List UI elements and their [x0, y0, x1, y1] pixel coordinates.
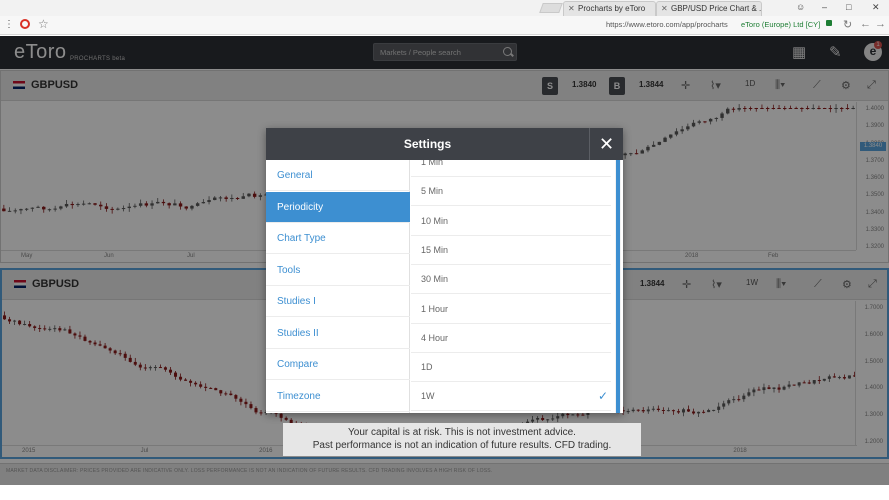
- period-label: 5 Min: [421, 186, 444, 197]
- lock-icon: [826, 20, 832, 26]
- bookmark-star-icon[interactable]: ☆: [38, 17, 49, 31]
- period-label: 4 Hour: [421, 332, 449, 343]
- settings-tab-studies-ii[interactable]: Studies II: [266, 318, 410, 349]
- checkmark-icon: ✓: [598, 389, 609, 404]
- modal-title: Settings: [403, 137, 452, 151]
- period-label: 10 Min: [421, 215, 449, 226]
- settings-tab-compare[interactable]: Compare: [266, 349, 410, 380]
- modal-header: Settings ✕: [266, 128, 623, 160]
- browser-tab-strip: ✕ Procharts by eToro ✕ GBP/USD Price Cha…: [0, 0, 889, 16]
- period-option[interactable]: 10 Min: [411, 207, 611, 236]
- security-label: eToro (Europe) Ltd [CY]: [741, 20, 821, 29]
- period-option[interactable]: 1 Min: [411, 160, 611, 177]
- period-option[interactable]: 30 Min: [411, 265, 611, 295]
- tab-label: GBP/USD Price Chart & ...: [671, 4, 762, 13]
- close-tab-icon[interactable]: ✕: [568, 2, 575, 15]
- menu-icon[interactable]: ⋮: [4, 19, 14, 30]
- address-bar: ⋮ ☆ https://www.etoro.com/app/procharts …: [0, 16, 889, 35]
- period-option[interactable]: 4 Hour: [411, 324, 611, 353]
- settings-sidebar: General Periodicity Chart Type Tools Studies…: [266, 160, 410, 413]
- periodicity-list[interactable]: 1W ✓ 1D 4 Hour 1 Hour 30 Min 15 Min 10 Min 5 Min…: [411, 160, 623, 413]
- reload-icon[interactable]: ↻: [843, 18, 852, 31]
- profile-icon[interactable]: ☺: [796, 2, 805, 12]
- new-tab-button[interactable]: [539, 3, 563, 13]
- close-tab-icon[interactable]: ✕: [661, 2, 668, 15]
- list-scrollbar[interactable]: [615, 160, 621, 413]
- scrollbar-thumb[interactable]: [616, 160, 620, 413]
- forward-icon[interactable]: →: [875, 18, 886, 30]
- settings-tab-periodicity[interactable]: Periodicity: [266, 191, 410, 223]
- period-label: 1W: [421, 391, 435, 402]
- close-icon[interactable]: ✕: [589, 128, 623, 160]
- url-text[interactable]: https://www.etoro.com/app/procharts: [606, 20, 728, 29]
- tab-label: Procharts by eToro: [578, 4, 646, 13]
- maximize-icon[interactable]: □: [846, 2, 851, 12]
- period-option[interactable]: 5 Min: [411, 177, 611, 207]
- back-icon[interactable]: ←: [860, 18, 871, 30]
- settings-modal: Settings ✕ General Periodicity Chart Type T…: [266, 128, 623, 413]
- settings-tab-chart-type[interactable]: Chart Type: [266, 223, 410, 254]
- period-label: 30 Min: [421, 274, 449, 285]
- period-option[interactable]: 1 Hour: [411, 295, 611, 324]
- period-label: 1D: [421, 362, 433, 373]
- period-option[interactable]: 1W ✓: [411, 382, 611, 412]
- settings-tab-general[interactable]: General: [266, 160, 410, 191]
- settings-tab-timezone[interactable]: Timezone: [266, 381, 410, 412]
- period-label: 15 Min: [421, 244, 449, 255]
- risk-disclaimer: Your capital is at risk. This is not inv…: [283, 423, 641, 456]
- settings-tab-tools[interactable]: Tools: [266, 255, 410, 286]
- window-close-icon[interactable]: ✕: [872, 2, 880, 13]
- disclaimer-line-1: Your capital is at risk. This is not inv…: [348, 427, 576, 438]
- minimize-icon[interactable]: –: [822, 2, 827, 12]
- period-option[interactable]: 15 Min: [411, 236, 611, 265]
- google-icon[interactable]: [20, 19, 30, 29]
- settings-tab-studies-i[interactable]: Studies I: [266, 286, 410, 317]
- period-option[interactable]: 1D: [411, 353, 611, 383]
- browser-tab-gbpusd[interactable]: ✕ GBP/USD Price Chart & ...: [656, 1, 762, 16]
- period-label: 1 Hour: [421, 303, 449, 314]
- disclaimer-line-2: Past performance is not an indication of…: [312, 440, 612, 451]
- period-label: 1 Min: [421, 160, 444, 167]
- browser-tab-procharts[interactable]: ✕ Procharts by eToro: [563, 1, 656, 16]
